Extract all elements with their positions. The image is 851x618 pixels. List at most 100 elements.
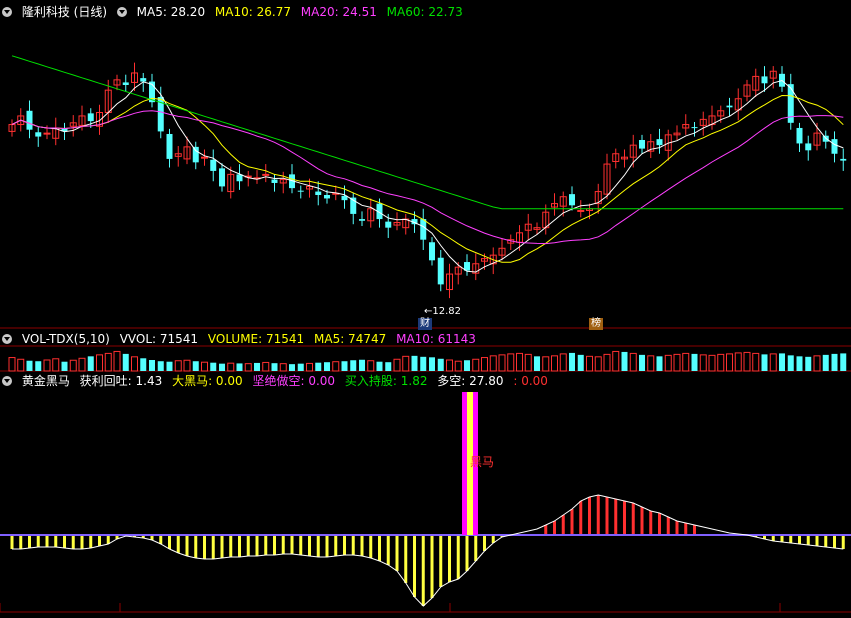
volume-bar: [542, 356, 550, 372]
volume-bar: [498, 354, 506, 372]
volume-bar: [183, 359, 191, 372]
candle-body: [429, 242, 435, 261]
volume-bar: [551, 355, 558, 372]
volume-value: VOLUME: 71541: [207, 332, 305, 346]
volume-menu-icon[interactable]: [2, 334, 12, 344]
candle-body: [35, 132, 42, 137]
candle-body: [297, 190, 304, 192]
volume-bar: [227, 362, 235, 372]
volume-bar: [612, 350, 620, 372]
candle-body: [656, 139, 663, 146]
volume-bar: [35, 361, 42, 371]
indicator-bars: [0, 392, 851, 607]
volume-bar: [166, 361, 173, 371]
volume-bar: [489, 355, 497, 372]
volume-bar: [429, 357, 435, 371]
volume-bar: [813, 355, 821, 372]
volume-bar: [52, 358, 60, 372]
candle-body: [639, 140, 645, 149]
ma20-value: MA20: 24.51: [300, 5, 377, 19]
volume-bar: [350, 360, 357, 371]
volume-bar: [577, 354, 584, 371]
volume-bar: [534, 356, 540, 371]
volume-bar: [271, 363, 278, 371]
volume-bar: [341, 361, 348, 371]
candle-body: [192, 146, 199, 163]
volume-bar: [805, 356, 812, 371]
candle-body: [796, 127, 803, 144]
volume-bar: [393, 358, 401, 372]
candle-body: [201, 156, 208, 159]
vol-ma10-value: MA10: 61143: [396, 332, 476, 346]
volume-bar: [822, 354, 829, 371]
volume-bar: [569, 352, 575, 371]
candle-body: [26, 110, 33, 130]
volume-bar: [708, 354, 716, 372]
finance-tag[interactable]: 财: [418, 318, 432, 330]
candle-body: [577, 209, 585, 212]
ranking-tag[interactable]: 榜: [589, 318, 603, 330]
volume-bar: [769, 353, 777, 372]
volume-bar: [656, 356, 663, 371]
volume-bar: [289, 364, 295, 371]
candle-body: [122, 82, 129, 85]
volume-bar: [831, 353, 838, 371]
candle-body: [420, 219, 427, 240]
low-price-annotation: ←12.82: [424, 306, 462, 317]
volume-bar: [507, 353, 515, 372]
dark-horse-label: 黑马: [470, 455, 495, 469]
volume-bar: [621, 351, 628, 371]
volume-bar: [8, 357, 16, 372]
candle-body: [726, 105, 733, 108]
candle-body: [805, 143, 812, 151]
volume-bar: [104, 352, 112, 372]
indicator-panel-menu-icon[interactable]: [2, 376, 12, 386]
volume-bar: [787, 355, 794, 371]
candle-body: [219, 168, 225, 187]
volume-bar: [201, 361, 208, 372]
volume-bar: [559, 353, 567, 372]
candle-body: [210, 159, 217, 171]
volume-bar: [192, 361, 199, 371]
volume-bar: [682, 352, 690, 372]
volume-bar: [306, 362, 313, 372]
panel-collapse-icon[interactable]: [2, 7, 12, 17]
ma5-line: [11, 79, 844, 273]
volume-bar: [437, 358, 444, 371]
volume-bar: [149, 360, 155, 371]
volume-panel-header: VOL-TDX(5,10) VVOL: 71541 VOLUME: 71541 …: [2, 332, 482, 346]
volume-bar: [516, 352, 523, 372]
candle-body: [691, 127, 698, 129]
candle-body: [271, 179, 278, 183]
ma60-line: [11, 55, 844, 210]
dark-horse-value: 大黑马: 0.00: [172, 374, 243, 388]
volume-bar: [594, 356, 602, 372]
volume-bar: [324, 362, 330, 371]
volume-bar: [734, 352, 742, 372]
volume-bar: [481, 357, 488, 372]
volume-bar: [446, 359, 453, 372]
volume-bar: [254, 362, 260, 371]
volume-bar: [17, 358, 25, 372]
volume-bar: [673, 353, 681, 372]
indicator-line: [12, 494, 844, 607]
volume-bar: [113, 350, 121, 372]
volume-bar: [779, 353, 785, 371]
volume-bars: [8, 350, 847, 372]
volume-bar: [140, 358, 147, 371]
volume-bar: [699, 354, 707, 372]
volume-bar: [385, 362, 392, 371]
volume-bar: [210, 362, 217, 371]
volume-bar: [297, 363, 304, 371]
volume-bar: [524, 353, 532, 372]
volume-bar: [639, 354, 645, 371]
volume-bar: [26, 360, 33, 371]
volume-bar: [78, 357, 86, 372]
candle-body: [166, 133, 173, 159]
volume-bar: [411, 355, 418, 371]
long-short-value: 多空: 27.80: [437, 374, 504, 388]
volume-bar: [279, 363, 287, 372]
candle-body: [761, 76, 768, 84]
volume-bar: [332, 361, 340, 372]
indicator-menu-icon[interactable]: [116, 7, 127, 17]
